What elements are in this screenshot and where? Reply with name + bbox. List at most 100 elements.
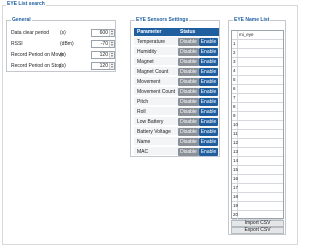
sensors-table-header: Parameter Status xyxy=(134,28,219,36)
general-row: Data clear period (s) 600 ▲ ▼ xyxy=(11,29,115,37)
row-number: 19 xyxy=(233,202,239,210)
name-list-row[interactable]: 11 xyxy=(232,130,283,139)
field-unit: (dBm) xyxy=(60,41,74,47)
row-number: 10 xyxy=(233,121,239,129)
enable-button[interactable]: Enable xyxy=(199,87,218,96)
field-unit: (s) xyxy=(60,63,66,69)
row-number: 5 xyxy=(232,76,238,84)
row-number: 3 xyxy=(232,58,238,66)
disable-button[interactable]: Disable xyxy=(178,97,199,106)
disable-button[interactable]: Disable xyxy=(178,77,199,86)
disable-button[interactable]: Disable xyxy=(178,87,199,96)
sensor-parameter-label: Humidity xyxy=(137,49,157,55)
disable-button[interactable]: Disable xyxy=(178,37,199,46)
row-number: 11 xyxy=(233,130,238,138)
row-number: 18 xyxy=(233,193,239,201)
sensors-settings-group: EYE Sensors Settings Parameter Status Te… xyxy=(130,17,220,157)
enable-button[interactable]: Enable xyxy=(199,127,218,136)
sensor-parameter-label: Magnet xyxy=(137,59,154,65)
disable-button[interactable]: Disable xyxy=(178,117,199,126)
general-title: General xyxy=(11,17,32,23)
row-number: 7 xyxy=(232,94,238,102)
sensor-row: Pitch Disable Enable xyxy=(134,97,219,106)
spinbox-buttons[interactable]: ▲ ▼ xyxy=(109,63,114,69)
enable-button[interactable]: Enable xyxy=(199,137,218,146)
sensors-title: EYE Sensors Settings xyxy=(135,17,190,23)
sensor-row: Movement Count Disable Enable xyxy=(134,87,219,96)
value-spinbox[interactable]: 600 ▲ ▼ xyxy=(91,29,115,37)
name-list-row[interactable]: 15 xyxy=(232,166,283,175)
disable-button[interactable]: Disable xyxy=(178,137,199,146)
row-number: 6 xyxy=(232,85,238,93)
field-label: RSSI xyxy=(11,41,23,47)
name-list-row[interactable]: 4 xyxy=(232,67,283,76)
sensor-row: Low Battery Disable Enable xyxy=(134,117,219,126)
sensor-row: Humidity Disable Enable xyxy=(134,47,219,56)
enable-button[interactable]: Enable xyxy=(199,67,218,76)
name-list-row[interactable]: 17 xyxy=(232,184,283,193)
spinbox-value: 600 xyxy=(99,30,108,36)
enable-button[interactable]: Enable xyxy=(199,77,218,86)
name-list-row[interactable]: 16 xyxy=(232,175,283,184)
value-spinbox[interactable]: 120 ▲ ▼ xyxy=(91,51,115,59)
name-list-grid[interactable]: mi_eye 1 2 3 4 5 6 7 8 9 10 11 12 13 14 15 16 17 18 19 20 xyxy=(231,30,284,220)
spinbox-buttons[interactable]: ▲ ▼ xyxy=(109,52,114,58)
name-list-row[interactable]: 19 xyxy=(232,202,283,211)
name-list-row[interactable]: 8 xyxy=(232,103,283,112)
sensor-row: Movement Disable Enable xyxy=(134,77,219,86)
enable-button[interactable]: Enable xyxy=(199,147,218,156)
value-spinbox[interactable]: 120 ▲ ▼ xyxy=(91,62,115,70)
row-number: 16 xyxy=(233,175,239,183)
name-list-row[interactable]: 14 xyxy=(232,157,283,166)
disable-button[interactable]: Disable xyxy=(178,147,199,156)
name-list-row[interactable]: 13 xyxy=(232,148,283,157)
disable-button[interactable]: Disable xyxy=(178,127,199,136)
export-csv-button[interactable]: Export CSV xyxy=(231,227,284,234)
enable-button[interactable]: Enable xyxy=(199,47,218,56)
sensor-parameter-label: Battery Voltage xyxy=(137,129,171,135)
enable-button[interactable]: Enable xyxy=(199,97,218,106)
name-list-row[interactable]: 12 xyxy=(232,139,283,148)
field-unit: (s) xyxy=(60,30,66,36)
arrow-down-icon[interactable]: ▼ xyxy=(110,66,114,69)
import-csv-button[interactable]: Import CSV xyxy=(231,220,284,227)
name-list-row[interactable]: 1 xyxy=(232,40,283,49)
sensor-parameter-label: Roll xyxy=(137,109,146,115)
disable-button[interactable]: Disable xyxy=(178,107,199,116)
panel-title: EYE List search xyxy=(6,1,46,7)
name-list-row[interactable]: 9 xyxy=(232,112,283,121)
sensor-row: Roll Disable Enable xyxy=(134,107,219,116)
name-list-row[interactable]: 7 xyxy=(232,94,283,103)
field-label: Record Period on Stop xyxy=(11,63,62,69)
name-list-row[interactable]: 3 xyxy=(232,58,283,67)
field-unit: (s) xyxy=(60,52,66,58)
enable-button[interactable]: Enable xyxy=(199,117,218,126)
spinbox-value: 120 xyxy=(99,63,108,69)
sensor-row: MAC Disable Enable xyxy=(134,147,219,156)
disable-button[interactable]: Disable xyxy=(178,67,199,76)
spinbox-buttons[interactable]: ▲ ▼ xyxy=(109,30,114,36)
disable-button[interactable]: Disable xyxy=(178,47,199,56)
disable-button[interactable]: Disable xyxy=(178,57,199,66)
enable-button[interactable]: Enable xyxy=(199,57,218,66)
name-list-row[interactable]: 20 xyxy=(232,211,283,220)
sensor-row: Name Disable Enable xyxy=(134,137,219,146)
name-list-row[interactable]: 6 xyxy=(232,85,283,94)
spinbox-buttons[interactable]: ▲ ▼ xyxy=(109,41,114,47)
field-label: Record Period on Move xyxy=(11,52,64,58)
sensor-row: Battery Voltage Disable Enable xyxy=(134,127,219,136)
value-spinbox[interactable]: -70 ▲ ▼ xyxy=(91,40,115,48)
name-column-header: mi_eye xyxy=(239,32,254,37)
namelist-title: EYE Name List xyxy=(233,17,271,23)
general-row: Record Period on Stop (s) 120 ▲ ▼ xyxy=(11,62,115,70)
name-list-row[interactable]: 10 xyxy=(232,121,283,130)
name-list-row[interactable]: 18 xyxy=(232,193,283,202)
arrow-down-icon[interactable]: ▼ xyxy=(110,44,114,47)
enable-button[interactable]: Enable xyxy=(199,37,218,46)
name-list-row[interactable]: 5 xyxy=(232,76,283,85)
enable-button[interactable]: Enable xyxy=(199,107,218,116)
arrow-down-icon[interactable]: ▼ xyxy=(110,55,114,58)
arrow-down-icon[interactable]: ▼ xyxy=(110,33,114,36)
name-list-row[interactable]: 2 xyxy=(232,49,283,58)
row-number: 8 xyxy=(232,103,238,111)
